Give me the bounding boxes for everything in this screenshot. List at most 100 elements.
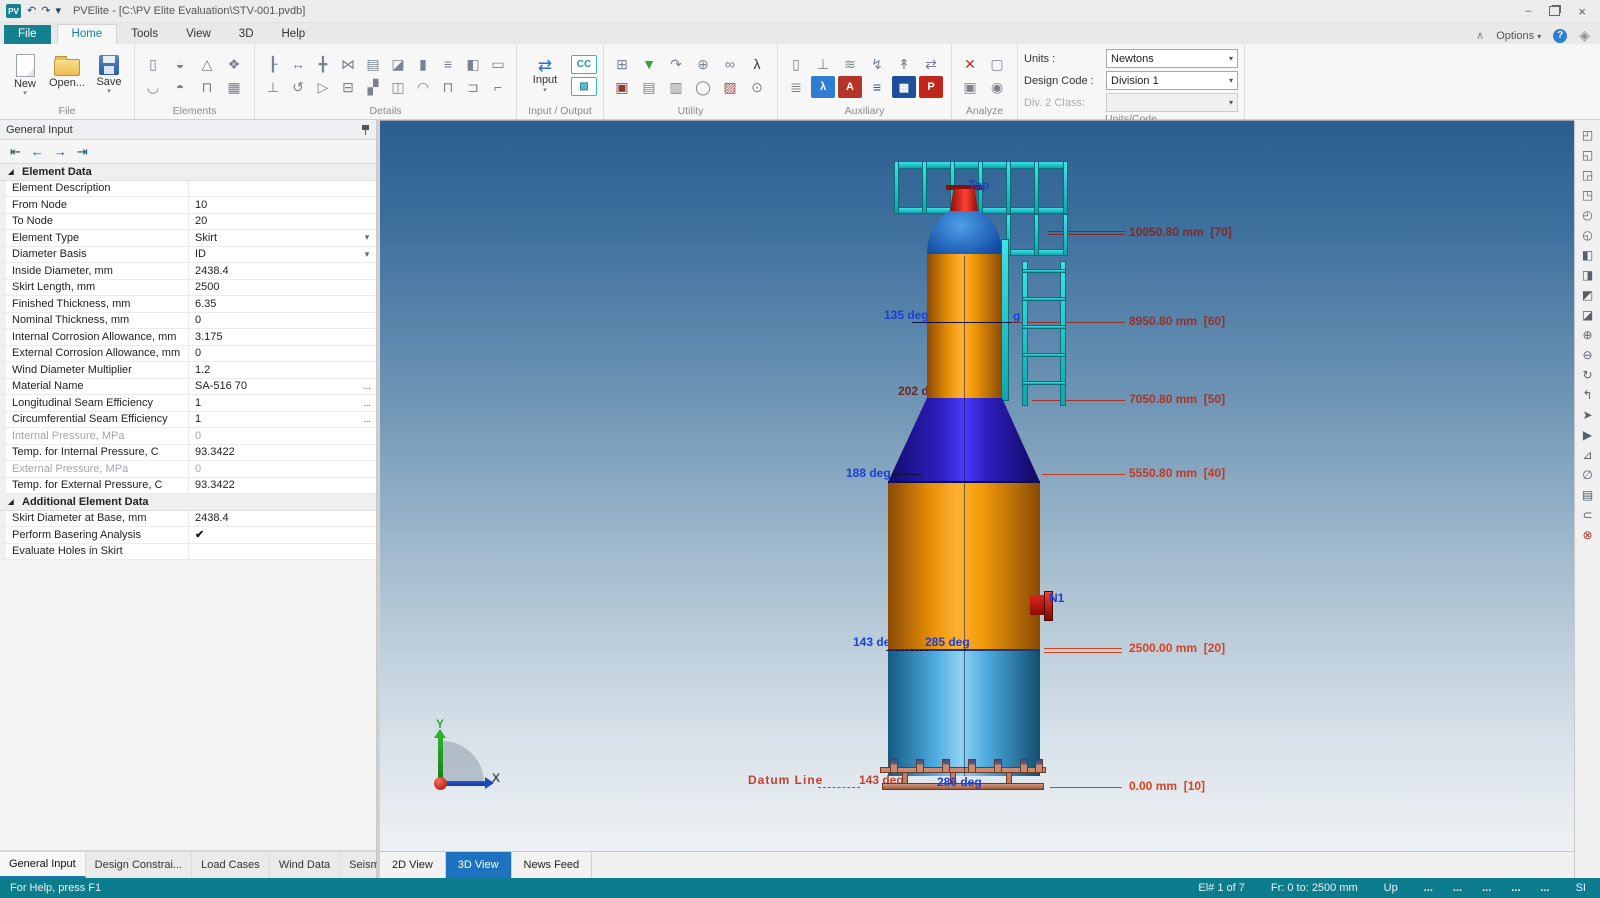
utility-icon[interactable]: ◯ (691, 76, 715, 98)
detail-icon[interactable]: ⌐ (486, 76, 510, 98)
detail-icon[interactable]: ⊐ (461, 76, 485, 98)
quick-access-icon[interactable]: ↷ (41, 6, 50, 17)
property-row[interactable]: ◢ Element Type Skirt ▾ (0, 230, 376, 247)
io-icon[interactable]: CC (571, 55, 597, 74)
property-affordance-icon[interactable]: ... (358, 398, 376, 408)
utility-icon[interactable]: ▤ (637, 76, 661, 98)
auxiliary-icon[interactable]: ▦ (892, 76, 916, 98)
property-affordance-icon[interactable]: ▾ (358, 249, 376, 260)
detail-icon[interactable]: ▞ (361, 76, 385, 98)
detail-icon[interactable]: ≡ (436, 53, 460, 75)
property-row[interactable]: ◢ Element Data (0, 164, 376, 181)
utility-icon[interactable]: ↷ (664, 53, 688, 75)
property-row[interactable]: ◢ Temp. for External Pressure, C 93.3422 (0, 478, 376, 495)
auxiliary-icon[interactable]: ⊥ (811, 53, 835, 75)
analyze-icon[interactable]: ◉ (985, 76, 1009, 98)
utility-icon[interactable]: λ (745, 53, 769, 75)
property-row[interactable]: ◢ Evaluate Holes in Skirt (0, 544, 376, 561)
property-row[interactable]: ◢ Diameter Basis ID ▾ (0, 247, 376, 264)
analyze-icon[interactable]: ▢ (985, 53, 1009, 75)
property-value[interactable]: SA-516 70 (188, 379, 358, 395)
property-row[interactable]: ◢ Skirt Diameter at Base, mm 2438.4 (0, 511, 376, 528)
property-value[interactable]: 1 (188, 395, 358, 411)
view-tool-icon[interactable]: ◨ (1579, 266, 1597, 284)
property-row[interactable]: ◢ Temp. for Internal Pressure, C 93.3422 (0, 445, 376, 462)
element-icon[interactable]: ❖ (222, 53, 246, 75)
property-value[interactable]: 0 (188, 461, 358, 477)
element-icon[interactable]: ◡ (141, 76, 165, 98)
detail-icon[interactable]: ⊟ (336, 76, 360, 98)
property-value[interactable]: 1.2 (188, 362, 358, 378)
view-tool-icon[interactable]: ◪ (1579, 306, 1597, 324)
auxiliary-icon[interactable]: A (838, 76, 862, 98)
utility-icon[interactable]: ▣ (610, 76, 634, 98)
detail-icon[interactable]: ↔ (286, 53, 310, 75)
property-value[interactable]: 10 (188, 197, 358, 213)
utility-icon[interactable]: ⊞ (610, 53, 634, 75)
analyze-icon[interactable]: ✕ (958, 53, 982, 75)
nav-arrow-icon[interactable]: ← (31, 145, 44, 158)
property-row[interactable]: ◢ Additional Element Data (0, 494, 376, 511)
detail-icon[interactable]: ⋈ (336, 53, 360, 75)
detail-icon[interactable]: ⊓ (436, 76, 460, 98)
element-icon[interactable]: ▯ (141, 53, 165, 75)
property-value[interactable]: 3.175 (188, 329, 358, 345)
io-icon[interactable]: ▨ (571, 77, 597, 96)
property-value[interactable]: 20 (188, 214, 358, 230)
help-icon[interactable]: ? (1553, 29, 1567, 43)
view-tool-icon[interactable]: ◴ (1579, 206, 1597, 224)
property-value[interactable]: 2500 (188, 280, 358, 296)
element-icon[interactable]: ▦ (222, 76, 246, 98)
property-row[interactable]: ◢ External Pressure, MPa 0 (0, 461, 376, 478)
units-combo[interactable]: ▾ (1106, 93, 1238, 112)
view-tool-icon[interactable]: ◵ (1579, 226, 1597, 244)
3d-viewport[interactable]: 10050.80 mm [70]8950.80 mm [60]7050.80 m… (380, 120, 1574, 851)
detail-icon[interactable]: ▷ (311, 76, 335, 98)
utility-icon[interactable]: ∞ (718, 53, 742, 75)
property-row[interactable]: ◢ Material Name SA-516 70 ... (0, 379, 376, 396)
view-tool-icon[interactable]: ⊕ (1579, 326, 1597, 344)
detail-icon[interactable]: ╋ (311, 53, 335, 75)
property-row[interactable]: ◢ Perform Basering Analysis ✔ (0, 527, 376, 544)
property-value[interactable]: 6.35 (188, 296, 358, 312)
ribbon-tab[interactable]: Help (268, 25, 320, 44)
quick-access-icon[interactable]: ▾ (55, 6, 61, 17)
property-value[interactable]: 93.3422 (188, 478, 358, 494)
property-affordance-icon[interactable]: ▾ (358, 232, 376, 243)
view-tool-icon[interactable]: ▤ (1579, 486, 1597, 504)
property-value[interactable] (188, 544, 358, 560)
nav-arrow-icon[interactable]: ⇥ (77, 145, 88, 158)
view-tab[interactable]: 2D View (380, 852, 446, 878)
property-affordance-icon[interactable]: ... (358, 381, 376, 391)
property-row[interactable]: ◢ Internal Corrosion Allowance, mm 3.175 (0, 329, 376, 346)
panel-tab[interactable]: Load Cases (192, 852, 270, 878)
view-tool-icon[interactable]: ↰ (1579, 386, 1597, 404)
utility-icon[interactable]: ▼ (637, 53, 661, 75)
detail-icon[interactable]: ┠ (261, 53, 285, 75)
ribbon-tab[interactable]: 3D (225, 25, 268, 44)
property-value[interactable]: 2438.4 (188, 511, 358, 527)
property-row[interactable]: ◢ External Corrosion Allowance, mm 0 (0, 346, 376, 363)
detail-icon[interactable]: ◫ (386, 76, 410, 98)
auxiliary-icon[interactable]: ≋ (838, 53, 862, 75)
ribbon-tab[interactable]: Home (57, 24, 118, 44)
detail-icon[interactable]: ◧ (461, 53, 485, 75)
auxiliary-icon[interactable]: ▯ (784, 53, 808, 75)
file-group-button[interactable]: Open... ▾ (48, 54, 86, 97)
panel-tab[interactable]: Design Constrai... (86, 852, 192, 878)
detail-icon[interactable]: ⊥ (261, 76, 285, 98)
section-expander-icon[interactable]: ◢ (6, 498, 16, 506)
detail-icon[interactable]: ▭ (486, 53, 510, 75)
detail-icon[interactable]: ◪ (386, 53, 410, 75)
input-button[interactable]: ⇄ Input ▾ (523, 58, 567, 94)
auxiliary-icon[interactable]: ≣ (784, 76, 808, 98)
property-value[interactable]: 0 (188, 346, 358, 362)
detail-icon[interactable]: ▤ (361, 53, 385, 75)
analyze-icon[interactable]: ▣ (958, 76, 982, 98)
view-tab[interactable]: News Feed (512, 852, 593, 878)
property-row[interactable]: ◢ To Node 20 (0, 214, 376, 231)
restore-button[interactable] (1549, 6, 1560, 16)
section-expander-icon[interactable]: ◢ (6, 168, 16, 176)
property-value[interactable]: 93.3422 (188, 445, 358, 461)
element-icon[interactable]: ◒ (168, 53, 192, 75)
